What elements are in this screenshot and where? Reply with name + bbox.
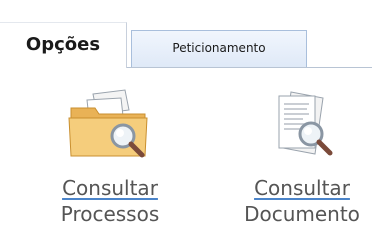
consultar-documento-sublabel: Documento xyxy=(244,202,360,226)
consultar-processos-link[interactable]: Consultar xyxy=(62,176,158,200)
tab-peticionamento[interactable]: Peticionamento xyxy=(131,30,307,67)
consultar-processos-sublabel: Processos xyxy=(60,202,160,226)
tab-bar: Opções Peticionamento xyxy=(0,0,372,70)
consultar-documento-button[interactable]: Consultar Documento xyxy=(234,88,370,226)
tab-opcoes[interactable]: Opções xyxy=(0,22,127,68)
consultar-documento-link[interactable]: Consultar xyxy=(254,176,350,200)
folder-search-icon xyxy=(68,89,148,158)
document-search-icon xyxy=(278,91,333,156)
consultar-processos-button[interactable]: Consultar Processos xyxy=(42,88,178,226)
